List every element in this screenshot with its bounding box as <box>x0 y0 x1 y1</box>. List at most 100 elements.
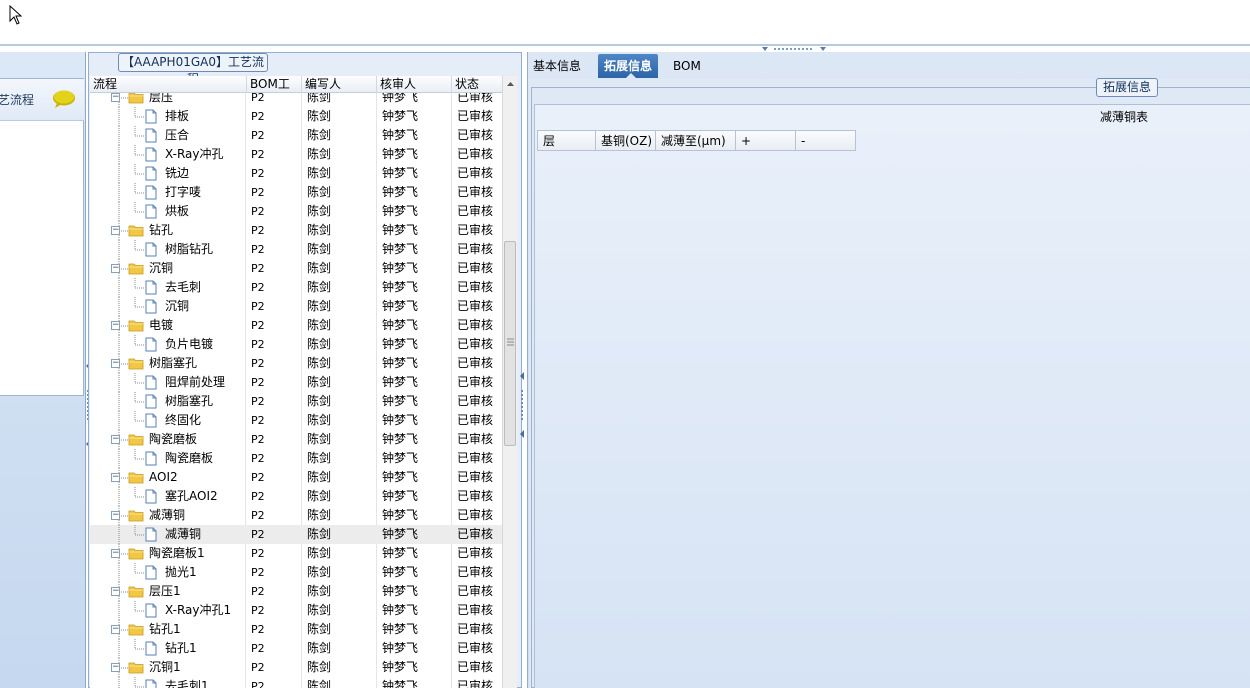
tree-node-step[interactable]: 树脂塞孔 P2 陈剑 钟梦飞 已审核 <box>90 392 502 411</box>
tree-connector-lines <box>118 126 144 145</box>
tree-node-step[interactable]: 阻焊前处理 P2 陈剑 钟梦飞 已审核 <box>90 373 502 392</box>
tree-node-group[interactable]: − 树脂塞孔 P2 陈剑 钟梦飞 已审核 <box>90 354 502 373</box>
tree-node-label: 树脂塞孔 <box>149 356 198 370</box>
reviewer-cell: 钟梦飞 <box>382 261 419 275</box>
tree-node-step[interactable]: 负片电镀 P2 陈剑 钟梦飞 已审核 <box>90 335 502 354</box>
grid-remove-row-button[interactable]: - <box>796 130 856 151</box>
tree-node-group[interactable]: − 钻孔1 P2 陈剑 钟梦飞 已审核 <box>90 620 502 639</box>
tree-node-step[interactable]: 排板 P2 陈剑 钟梦飞 已审核 <box>90 107 502 126</box>
reviewer-cell: 钟梦飞 <box>382 93 419 104</box>
tree-node-step[interactable]: 压合 P2 陈剑 钟梦飞 已审核 <box>90 126 502 145</box>
tree-node-step[interactable]: 树脂钻孔 P2 陈剑 钟梦飞 已审核 <box>90 240 502 259</box>
tree-node-label: 沉铜1 <box>149 660 181 674</box>
collapse-toggle-icon[interactable]: − <box>111 226 120 235</box>
tree-node-step[interactable]: 去毛刺 P2 陈剑 钟梦飞 已审核 <box>90 278 502 297</box>
status-cell: 已审核 <box>457 128 494 142</box>
tree-node-group[interactable]: − AOI2 P2 陈剑 钟梦飞 已审核 <box>90 468 502 487</box>
writer-cell: 陈剑 <box>307 223 332 237</box>
collapse-toggle-icon[interactable]: − <box>111 511 120 520</box>
bom-factory-cell: P2 <box>251 319 265 332</box>
tree-node-step[interactable]: 钻孔1 P2 陈剑 钟梦飞 已审核 <box>90 639 502 658</box>
bom-factory-cell: P2 <box>251 623 265 636</box>
tab-basic-info[interactable]: 基本信息 <box>527 54 587 78</box>
tree-node-group[interactable]: − 沉铜 P2 陈剑 钟梦飞 已审核 <box>90 259 502 278</box>
tree-connector-lines <box>118 411 144 430</box>
tree-column-header: 流程 BOM工厂 编写人 核审人 状态 <box>90 76 502 107</box>
thin-copper-table-caption: 减薄铜表 <box>1100 110 1149 124</box>
column-header-bom-factory[interactable]: BOM工厂 <box>247 76 302 107</box>
collapse-toggle-icon[interactable]: − <box>111 321 120 330</box>
tree-node-step[interactable]: X-Ray冲孔1 P2 陈剑 钟梦飞 已审核 <box>90 601 502 620</box>
tree-node-step[interactable]: 沉铜 P2 陈剑 钟梦飞 已审核 <box>90 297 502 316</box>
collapse-toggle-icon[interactable]: − <box>111 264 120 273</box>
tree-connector-lines <box>118 639 144 658</box>
reviewer-cell: 钟梦飞 <box>382 356 419 370</box>
status-cell: 已审核 <box>457 527 494 541</box>
reviewer-cell: 钟梦飞 <box>382 508 419 522</box>
collapse-toggle-icon[interactable]: − <box>111 587 120 596</box>
tree-node-step[interactable]: 陶瓷磨板 P2 陈剑 钟梦飞 已审核 <box>90 449 502 468</box>
collapse-toggle-icon[interactable]: − <box>111 625 120 634</box>
tree-node-label: 去毛刺 <box>165 280 202 294</box>
tree-scrollbar[interactable] <box>502 76 517 688</box>
reviewer-cell: 钟梦飞 <box>382 204 419 218</box>
writer-cell: 陈剑 <box>307 261 332 275</box>
column-header-reviewer[interactable]: 核审人 <box>377 76 452 93</box>
tree-node-group[interactable]: − 减薄铜 P2 陈剑 钟梦飞 已审核 <box>90 506 502 525</box>
tree-node-step[interactable]: 去毛刺1 P2 陈剑 钟梦飞 已审核 <box>90 677 502 688</box>
grid-column-thin-to[interactable]: 减薄至(μm) <box>656 130 736 151</box>
collapse-toggle-icon[interactable]: − <box>111 435 120 444</box>
tree-node-group[interactable]: − 电镀 P2 陈剑 钟梦飞 已审核 <box>90 316 502 335</box>
bom-factory-cell: P2 <box>251 471 265 484</box>
tree-connector-lines <box>118 563 144 582</box>
tree-node-group[interactable]: − 沉铜1 P2 陈剑 钟梦飞 已审核 <box>90 658 502 677</box>
column-header-writer[interactable]: 编写人 <box>302 76 377 93</box>
tree-node-group[interactable]: − 钻孔 P2 陈剑 钟梦飞 已审核 <box>90 221 502 240</box>
tree-node-step[interactable]: 减薄铜 P2 陈剑 钟梦飞 已审核 <box>90 525 502 544</box>
collapse-toggle-icon[interactable]: − <box>111 93 120 102</box>
status-cell: 已审核 <box>457 375 494 389</box>
tree-node-label: 排板 <box>165 109 190 123</box>
bom-factory-cell: P2 <box>251 528 265 541</box>
tree-node-group[interactable]: − 层压1 P2 陈剑 钟梦飞 已审核 <box>90 582 502 601</box>
tree-connector-lines <box>118 202 144 221</box>
writer-cell: 陈剑 <box>307 432 332 446</box>
writer-cell: 陈剑 <box>307 679 332 688</box>
collapse-toggle-icon[interactable]: − <box>111 663 120 672</box>
tree-node-step[interactable]: 塞孔AOI2 P2 陈剑 钟梦飞 已审核 <box>90 487 502 506</box>
grid-column-layer[interactable]: 层 <box>537 130 596 151</box>
tree-node-step[interactable]: 铣边 P2 陈剑 钟梦飞 已审核 <box>90 164 502 183</box>
scroll-up-arrow-icon[interactable] <box>503 76 518 92</box>
collapse-toggle-icon[interactable]: − <box>111 359 120 368</box>
tree-node-group[interactable]: − 陶瓷磨板 P2 陈剑 钟梦飞 已审核 <box>90 430 502 449</box>
bom-factory-cell: P2 <box>251 395 265 408</box>
grid-add-row-button[interactable]: + <box>736 130 796 151</box>
document-icon <box>145 527 157 542</box>
tree-node-step[interactable]: 烘板 P2 陈剑 钟梦飞 已审核 <box>90 202 502 221</box>
document-icon <box>145 128 157 143</box>
scrollbar-thumb[interactable] <box>504 241 516 446</box>
splitter-handle-right[interactable] <box>518 370 526 440</box>
collapse-toggle-icon[interactable]: − <box>111 473 120 482</box>
tree-node-step[interactable]: X-Ray冲孔 P2 陈剑 钟梦飞 已审核 <box>90 145 502 164</box>
collapse-toggle-icon[interactable]: − <box>111 549 120 558</box>
tree-node-group[interactable]: − 层压 P2 陈剑 钟梦飞 已审核 <box>90 93 502 107</box>
column-header-status[interactable]: 状态 <box>452 76 502 93</box>
column-header-process[interactable]: 流程 <box>90 76 247 93</box>
tab-bom[interactable]: BOM <box>667 54 707 78</box>
left-nav-header[interactable]: 艺流程 <box>0 79 84 121</box>
tree-node-step[interactable]: 终固化 P2 陈剑 钟梦飞 已审核 <box>90 411 502 430</box>
mouse-cursor-icon <box>9 5 23 25</box>
grid-column-base-copper[interactable]: 基铜(OZ) <box>596 130 656 151</box>
status-cell: 已审核 <box>457 109 494 123</box>
tree-node-step[interactable]: 打字唛 P2 陈剑 钟梦飞 已审核 <box>90 183 502 202</box>
chat-bubble-icon[interactable] <box>52 89 76 109</box>
bom-factory-cell: P2 <box>251 433 265 446</box>
tree-node-step[interactable]: 抛光1 P2 陈剑 钟梦飞 已审核 <box>90 563 502 582</box>
document-icon <box>145 109 157 124</box>
writer-cell: 陈剑 <box>307 394 332 408</box>
document-icon <box>145 147 157 162</box>
writer-cell: 陈剑 <box>307 622 332 636</box>
tree-node-label: 减薄铜 <box>149 508 186 522</box>
tree-node-group[interactable]: − 陶瓷磨板1 P2 陈剑 钟梦飞 已审核 <box>90 544 502 563</box>
